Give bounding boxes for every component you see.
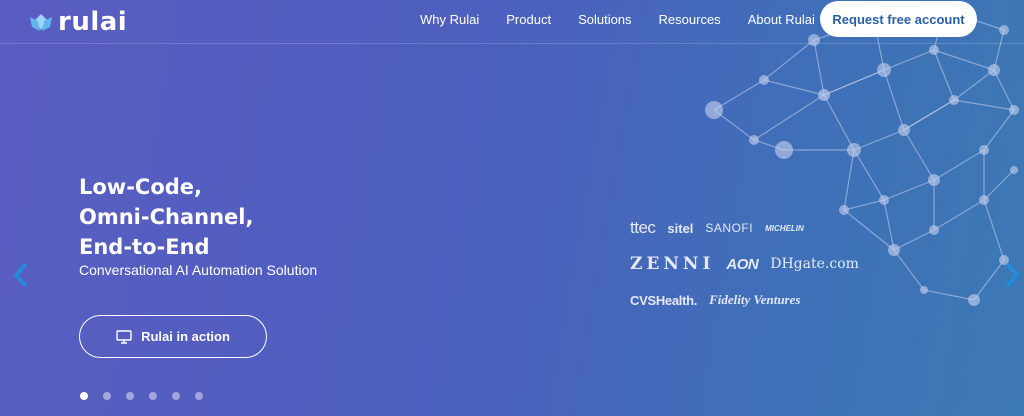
carousel-prev-arrow[interactable]: [10, 262, 32, 288]
hero-title-line: Low-Code,: [79, 175, 203, 199]
rulai-logo[interactable]: rulai: [28, 7, 128, 37]
chevron-right-icon: [1006, 263, 1020, 287]
carousel-dots: [80, 392, 203, 400]
client-logo-fidelity-ventures: Fidelity Ventures: [709, 292, 801, 307]
client-logo-cvs-health: CVSHealth.: [630, 292, 698, 308]
lotus-icon: [30, 14, 52, 31]
client-logo-row: ZENNI AON DHgate.com: [630, 246, 870, 282]
hero-title: Low-Code, Omni-Channel, End-to-End: [79, 172, 253, 262]
client-logo-aon: AON: [726, 255, 759, 273]
action-button-label: Rulai in action: [141, 329, 230, 344]
client-logos: ttec sitel SANOFI MICHELIN ZENNI AON DHg…: [630, 210, 870, 318]
rulai-in-action-button[interactable]: Rulai in action: [79, 315, 267, 358]
client-logo-sanofi: SANOFI: [705, 221, 754, 235]
carousel-dot[interactable]: [195, 392, 203, 400]
client-logo-row: ttec sitel SANOFI MICHELIN: [630, 210, 870, 246]
site-header: rulai Why Rulai Product Solutions Resour…: [0, 0, 1024, 44]
logo-text: rulai: [58, 7, 128, 37]
client-logo-row: CVSHealth. Fidelity Ventures: [630, 282, 870, 318]
client-logo-dhgate: DHgate.com: [770, 256, 859, 272]
client-logo-ttec: ttec: [630, 218, 656, 237]
carousel-dot[interactable]: [103, 392, 111, 400]
monitor-icon: [116, 329, 132, 344]
nav-why-rulai[interactable]: Why Rulai: [420, 12, 479, 27]
chevron-left-icon: [13, 263, 27, 287]
nav-about-rulai[interactable]: About Rulai: [748, 12, 815, 27]
carousel-dot[interactable]: [149, 392, 157, 400]
carousel-dot[interactable]: [80, 392, 88, 400]
hero-title-line: Omni-Channel,: [79, 205, 254, 229]
client-logo-michelin: MICHELIN: [765, 223, 804, 233]
main-nav: Why Rulai Product Solutions Resources Ab…: [420, 0, 815, 38]
nav-product[interactable]: Product: [506, 12, 551, 27]
carousel-dot[interactable]: [172, 392, 180, 400]
request-account-button[interactable]: Request free account: [820, 1, 977, 37]
hero-subtitle: Conversational AI Automation Solution: [79, 262, 318, 278]
client-logo-zenni: ZENNI: [630, 254, 715, 274]
nav-resources[interactable]: Resources: [659, 12, 721, 27]
carousel-dot[interactable]: [126, 392, 134, 400]
client-logo-sitel: sitel: [667, 220, 694, 236]
nav-solutions[interactable]: Solutions: [578, 12, 631, 27]
hero-title-line: End-to-End: [79, 235, 210, 259]
carousel-next-arrow[interactable]: [1001, 262, 1023, 288]
